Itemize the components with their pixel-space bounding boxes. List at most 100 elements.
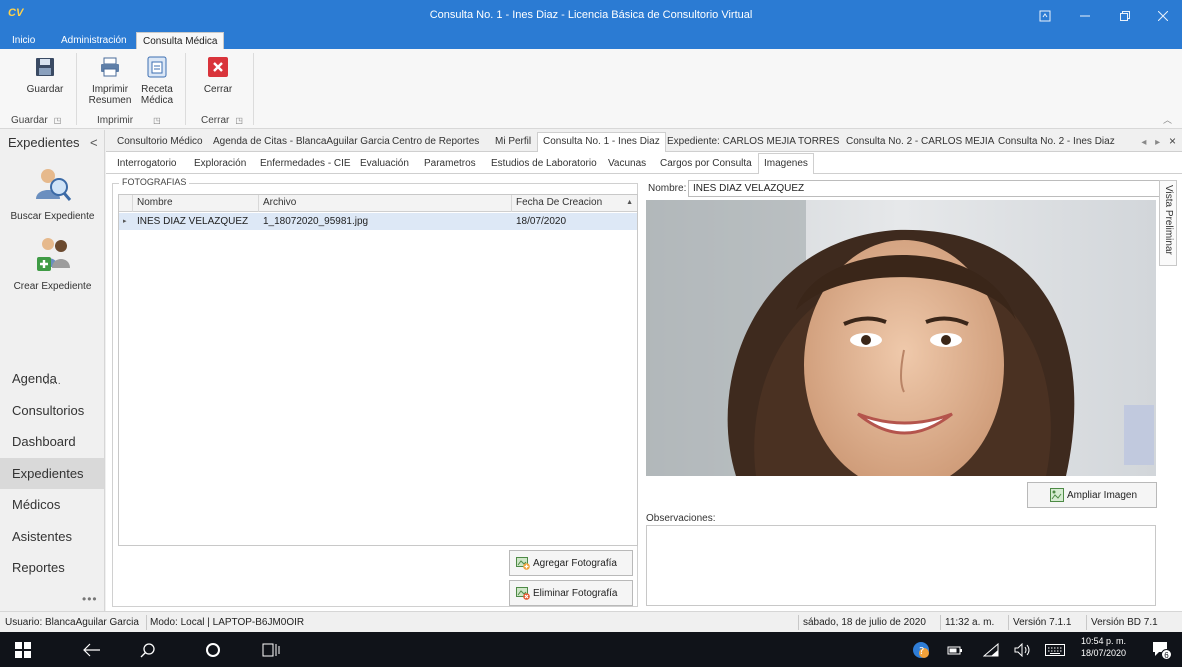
taskbar-clock[interactable]: 10:54 p. m. 18/07/2020	[1081, 635, 1126, 659]
nav-item-medicos[interactable]: Médicos	[0, 489, 104, 520]
nav-item-dashboard[interactable]: Dashboard	[0, 426, 104, 457]
cell-nombre: INES DIAZ VELAZQUEZ	[137, 216, 249, 227]
prescription-icon	[146, 56, 168, 78]
search-icon[interactable]	[137, 639, 159, 661]
subtab-parametros[interactable]: Parametros	[419, 156, 481, 174]
taskbar: ? 10:54 p. m. 18/07/2020 6	[0, 632, 1182, 667]
subtab-evaluacion[interactable]: Evaluación	[355, 156, 414, 174]
help-icon[interactable]: ?	[910, 639, 932, 661]
subtab-imagenes[interactable]: Imagenes	[758, 153, 814, 174]
status-divider	[146, 615, 147, 630]
status-divider	[1086, 615, 1087, 630]
fotografias-legend: FOTOGRAFIAS	[119, 177, 190, 187]
dialog-launcher-icon[interactable]: ◳	[235, 116, 243, 125]
grid-header: Nombre Archivo Fecha De Creacion ▲	[119, 195, 637, 212]
doc-tab-consultorio[interactable]: Consultorio Médico	[112, 133, 208, 152]
task-view-icon[interactable]	[260, 639, 282, 661]
nombre-label: Nombre:	[648, 183, 687, 194]
nav-item-agenda[interactable]: Agenda	[0, 363, 104, 394]
minimize-icon[interactable]	[1066, 0, 1104, 32]
doc-tab-perfil[interactable]: Mi Perfil	[490, 133, 536, 152]
subtab-interrogatorio[interactable]: Interrogatorio	[112, 156, 181, 174]
table-row[interactable]: ▸ INES DIAZ VELAZQUEZ 1_18072020_95981.j…	[119, 213, 637, 230]
tab-inicio[interactable]: Inicio	[6, 32, 41, 49]
nav-item-reportes[interactable]: Reportes	[0, 552, 104, 583]
subtab-enfermedades[interactable]: Enfermedades - CIE	[255, 156, 356, 174]
notification-center-icon[interactable]: 6	[1150, 639, 1172, 661]
doc-tab-consulta-2-ines[interactable]: Consulta No. 2 - Ines Diaz	[993, 133, 1120, 152]
close-tab-icon[interactable]: ×	[1169, 134, 1176, 148]
crear-expediente-button[interactable]: Crear Expediente	[0, 235, 105, 292]
status-version: Versión 7.1.1	[1013, 617, 1072, 628]
patient-photo-image	[646, 200, 1156, 476]
doc-tab-consulta-2-carlos[interactable]: Consulta No. 2 - CARLOS MEJIA	[841, 133, 999, 152]
subtab-vacunas[interactable]: Vacunas	[603, 156, 651, 174]
keyboard-icon[interactable]	[1044, 639, 1066, 661]
tab-scroll-controls[interactable]: ◂ ▸ ×	[1141, 134, 1176, 148]
grid-column-archivo[interactable]: Archivo	[259, 195, 512, 212]
ribbon-display-icon[interactable]	[1026, 0, 1064, 32]
grid-column-fecha[interactable]: Fecha De Creacion ▲	[512, 195, 637, 212]
eliminar-fotografia-button[interactable]: Eliminar Fotografía	[509, 580, 633, 606]
subtab-divider	[106, 173, 1182, 174]
observaciones-textarea[interactable]	[646, 525, 1156, 606]
status-modo: Modo: Local | LAPTOP-B6JM0OIR	[150, 617, 305, 628]
close-window-icon[interactable]	[1144, 0, 1182, 32]
group-divider	[185, 53, 186, 125]
doc-tab-agenda[interactable]: Agenda de Citas - BlancaAguilar Garcia	[208, 133, 395, 152]
nav-collapse-button[interactable]: <	[90, 135, 98, 150]
ribbon: Guardar Imprimir Resumen Receta Médica C…	[0, 49, 1182, 129]
nav-item-asistentes[interactable]: Asistentes	[0, 521, 104, 552]
nav-header: Expedientes	[8, 135, 80, 150]
chevron-right-icon[interactable]: ▸	[1155, 137, 1160, 148]
group-divider	[76, 53, 77, 125]
volume-icon[interactable]	[1012, 639, 1034, 661]
status-version-bd: Versión BD 7.1	[1091, 617, 1158, 628]
guardar-button[interactable]: Guardar	[21, 54, 69, 95]
grid-column-nombre[interactable]: Nombre	[133, 195, 259, 212]
buscar-expediente-button[interactable]: Buscar Expediente	[0, 165, 105, 222]
svg-text:?: ?	[919, 646, 924, 657]
nav-item-consultorios[interactable]: Consultorios	[0, 395, 104, 426]
observaciones-label: Observaciones:	[646, 513, 716, 524]
dialog-launcher-icon[interactable]: ◳	[153, 116, 161, 125]
doc-tab-expediente[interactable]: Expediente: CARLOS MEJIA TORRES	[662, 133, 844, 152]
wifi-icon[interactable]	[980, 639, 1002, 661]
add-patient-icon	[33, 235, 73, 275]
row-indicator-icon: ▸	[123, 218, 127, 225]
imprimir-resumen-button[interactable]: Imprimir Resumen	[86, 54, 134, 106]
cerrar-button[interactable]: Cerrar	[194, 54, 242, 95]
collapse-ribbon-icon[interactable]: ︿	[1163, 113, 1172, 126]
back-arrow-icon[interactable]	[81, 639, 103, 661]
windows-start-icon[interactable]	[12, 639, 34, 661]
doc-tab-consulta-1[interactable]: Consulta No. 1 - Ines Diaz	[537, 132, 666, 153]
vista-preliminar-tab[interactable]: Vista Preliminar	[1159, 180, 1177, 266]
receta-medica-button[interactable]: Receta Médica	[133, 54, 181, 106]
search-patients-icon	[33, 165, 73, 205]
grid-indicator-column	[119, 195, 133, 212]
chevron-left-icon[interactable]: ◂	[1141, 137, 1146, 148]
group-imprimir-label: Imprimir ◳	[97, 115, 161, 126]
subtab-laboratorio[interactable]: Estudios de Laboratorio	[486, 156, 602, 174]
ampliar-imagen-button[interactable]: Ampliar Imagen	[1027, 482, 1157, 508]
cortana-icon[interactable]	[202, 639, 224, 661]
nombre-field[interactable]: INES DIAZ VELAZQUEZ	[688, 180, 1173, 197]
add-image-icon	[516, 556, 530, 570]
restore-icon[interactable]	[1106, 0, 1144, 32]
nav-item-expedientes[interactable]: Expedientes	[0, 458, 104, 489]
doc-tab-reportes[interactable]: Centro de Reportes	[387, 133, 484, 152]
nav-more-button[interactable]: •••	[82, 592, 98, 606]
group-divider	[253, 53, 254, 125]
sort-ascending-icon: ▲	[626, 199, 633, 206]
status-hora: 11:32 a. m.	[945, 617, 995, 628]
battery-icon[interactable]	[944, 639, 966, 661]
left-navigation: Expedientes < Buscar Expediente Crear Ex…	[0, 130, 105, 611]
tab-administracion[interactable]: Administración	[55, 32, 133, 49]
subtab-exploracion[interactable]: Exploración	[189, 156, 251, 174]
dialog-launcher-icon[interactable]: ◳	[54, 116, 62, 125]
fotografias-grid[interactable]: Nombre Archivo Fecha De Creacion ▲ ▸ INE…	[118, 194, 638, 546]
tab-consulta-medica[interactable]: Consulta Médica	[136, 32, 225, 49]
ribbon-tab-strip: Inicio Administración Consulta Médica	[0, 32, 1182, 49]
subtab-cargos[interactable]: Cargos por Consulta	[655, 156, 757, 174]
agregar-fotografia-button[interactable]: Agregar Fotografía	[509, 550, 633, 576]
